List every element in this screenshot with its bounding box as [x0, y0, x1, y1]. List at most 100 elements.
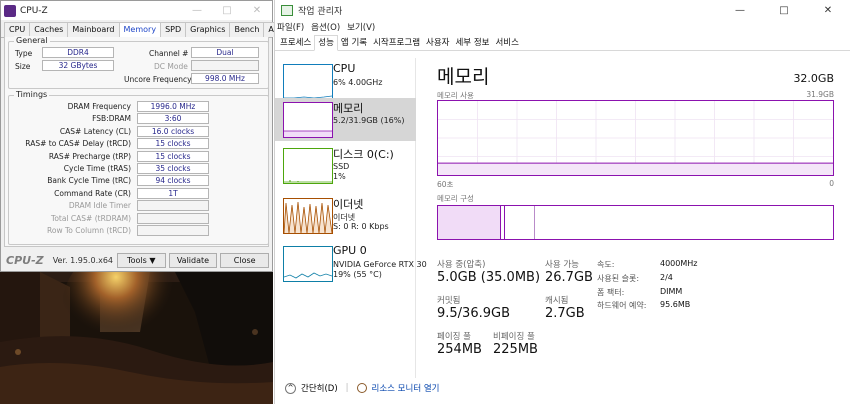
sidebar-gpu-sub2: 19% (55 °C)	[333, 270, 382, 279]
menu-view[interactable]: 보기(V)	[347, 21, 375, 34]
timing-label: FSB:DRAM	[92, 114, 131, 124]
timing-label: Total CAS# (tRDRAM)	[51, 213, 131, 223]
timings-group: Timings DRAM Frequency 1996.0 MHz FSB:DRAM…	[8, 90, 269, 245]
minimize-icon[interactable]: —	[718, 5, 762, 16]
sidebar-item-gpu[interactable]: GPU 0 NVIDIA GeForce RTX 30 19% (55 °C)	[275, 242, 427, 285]
tab-performance[interactable]: 성능	[314, 35, 338, 51]
timings-group-label: Timings	[14, 90, 50, 99]
slots-value: 2/4	[660, 273, 673, 282]
separator: |	[345, 383, 349, 393]
timing-value: 94 clocks	[137, 175, 209, 187]
type-label: Type	[15, 49, 33, 58]
cached-value: 2.7GB	[545, 306, 585, 321]
resource-monitor-link[interactable]: 리소스 모니터 열기	[356, 382, 440, 394]
timing-value: 3:60	[137, 113, 209, 125]
dc-mode-value	[191, 60, 259, 71]
uncore-value: 998.0 MHz	[191, 73, 259, 84]
sidebar-disk-sub2: 1%	[333, 172, 346, 181]
fewer-details-label: 간단히(D)	[301, 384, 338, 394]
memory-composition-bar	[437, 205, 834, 240]
sidebar-disk-sub: SSD	[333, 162, 350, 171]
close-button[interactable]: Close	[220, 252, 270, 268]
cpuz-titlebar[interactable]: CPU-Z — □ ✕	[1, 1, 272, 20]
timing-value	[137, 212, 209, 224]
dc-mode-label: DC Mode	[154, 62, 188, 71]
fewer-details-button[interactable]: ^ 간단히(D)	[285, 382, 338, 394]
in-use-value: 5.0GB (35.0MB)	[437, 270, 541, 285]
speed-label: 속도:	[597, 260, 615, 269]
sidebar-item-memory[interactable]: 메모리 5.2/31.9GB (16%)	[275, 98, 416, 141]
cached-label: 캐시됨	[545, 296, 569, 306]
tm-titlebar[interactable]: 작업 관리자 — □ ✕	[275, 0, 850, 21]
resource-monitor-icon	[356, 383, 367, 393]
uncore-label: Uncore Frequency	[124, 75, 192, 84]
timing-label: Row To Column (tRCD)	[46, 226, 131, 235]
tab-details[interactable]: 세부 정보	[452, 36, 492, 50]
timing-value: 1T	[137, 187, 209, 199]
disk-graph-thumbnail	[283, 148, 333, 184]
tm-menubar: 파일(F) 옵션(O) 보기(V)	[275, 21, 850, 34]
tab-graphics[interactable]: Graphics	[185, 22, 231, 37]
game-background-image	[0, 272, 273, 404]
tab-bench[interactable]: Bench	[229, 22, 265, 37]
tab-spd[interactable]: SPD	[160, 22, 187, 37]
channel-value: Dual	[191, 47, 259, 58]
sidebar-item-disk[interactable]: 디스크 0(C:) SSD 1%	[275, 144, 416, 187]
sidebar-item-ethernet[interactable]: 이더넷 이더넷 S: 0 R: 0 Kbps	[275, 194, 416, 237]
tab-processes[interactable]: 프로세스	[277, 36, 314, 50]
paged-pool-value: 254MB	[437, 342, 482, 357]
timing-label: Cycle Time (tRAS)	[63, 164, 131, 173]
menu-file[interactable]: 파일(F)	[277, 21, 304, 34]
graph-time-right: 0	[829, 179, 834, 188]
close-icon[interactable]: ✕	[806, 5, 850, 16]
size-value: 32 GBytes	[42, 60, 114, 71]
menu-options[interactable]: 옵션(O)	[311, 21, 340, 34]
resource-monitor-label: 리소스 모니터 열기	[371, 384, 440, 394]
hw-reserved-value: 95.6MB	[660, 300, 691, 309]
timing-label: Command Rate (CR)	[54, 188, 131, 198]
hw-reserved-label: 하드웨어 예약:	[597, 301, 647, 310]
timing-value: 1996.0 MHz	[137, 101, 209, 112]
type-value: DDR4	[42, 47, 114, 58]
composition-in-use	[438, 206, 501, 239]
close-icon[interactable]: ✕	[242, 5, 272, 16]
nonpaged-pool-label: 비페이징 풀	[493, 332, 535, 342]
timing-value: 15 clocks	[137, 150, 209, 162]
sidebar-gpu-name: GPU 0	[333, 244, 367, 257]
graph-time-left: 60초	[437, 180, 454, 189]
tab-users[interactable]: 사용자	[423, 36, 452, 50]
tab-mainboard[interactable]: Mainboard	[67, 22, 120, 37]
validate-button[interactable]: Validate	[168, 252, 218, 268]
timing-value: 35 clocks	[137, 163, 209, 174]
tools-button[interactable]: Tools ▼	[116, 252, 166, 268]
memory-graph-thumbnail	[283, 102, 333, 138]
sidebar-memory-sub: 5.2/31.9GB (16%)	[333, 116, 405, 125]
tab-app-history[interactable]: 앱 기록	[338, 36, 370, 50]
timing-label: RAS# Precharge (tRP)	[48, 151, 131, 161]
available-value: 26.7GB	[545, 270, 593, 285]
size-label: Size	[15, 62, 31, 71]
timing-label: RAS# to CAS# Delay (tRCD)	[25, 139, 131, 149]
timing-value: 16.0 clocks	[137, 125, 209, 137]
tab-cpu[interactable]: CPU	[4, 22, 31, 37]
minimize-icon[interactable]: —	[182, 5, 212, 16]
tab-startup[interactable]: 시작프로그램	[370, 36, 423, 50]
committed-label: 커밋됨	[437, 296, 461, 306]
version-text: Ver. 1.95.0.x64	[52, 255, 114, 265]
available-label: 사용 가능	[545, 260, 579, 270]
maximize-icon[interactable]: □	[212, 5, 242, 16]
usage-area	[438, 163, 833, 175]
sidebar-item-cpu[interactable]: CPU 6% 4.00GHz	[275, 60, 416, 103]
timing-label: CAS# Latency (CL)	[59, 126, 131, 136]
tab-services[interactable]: 서비스	[492, 36, 521, 50]
nonpaged-pool-value: 225MB	[493, 342, 538, 357]
paged-pool-label: 페이징 풀	[437, 332, 471, 342]
tab-caches[interactable]: Caches	[29, 22, 69, 37]
timing-label: Bank Cycle Time (tRC)	[47, 176, 131, 186]
memory-panel: General Type DDR4 Size 32 GBytes Channel…	[4, 36, 269, 247]
taskmanager-window: 작업 관리자 — □ ✕ 파일(F) 옵션(O) 보기(V) 프로세스 성능 앱…	[274, 0, 850, 404]
maximize-icon[interactable]: □	[762, 5, 806, 16]
chevron-up-icon: ^	[285, 382, 296, 394]
memory-total: 32.0GB	[793, 72, 834, 85]
slots-label: 사용된 슬롯:	[597, 274, 640, 283]
